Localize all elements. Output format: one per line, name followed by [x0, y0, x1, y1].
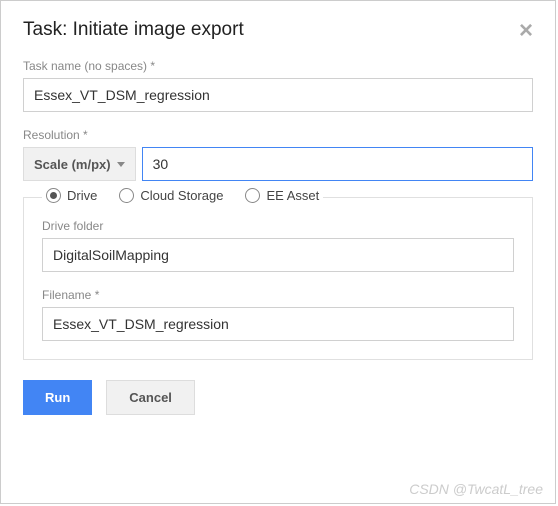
radio-icon: [245, 188, 260, 203]
task-name-input[interactable]: [23, 78, 533, 112]
filename-input[interactable]: [42, 307, 514, 341]
chevron-down-icon: [117, 162, 125, 167]
radio-ee-asset[interactable]: EE Asset: [245, 188, 319, 203]
scale-dropdown[interactable]: Scale (m/px): [23, 147, 136, 181]
dialog-header: Task: Initiate image export ×: [23, 19, 533, 43]
filename-label: Filename *: [42, 288, 514, 302]
button-row: Run Cancel: [23, 380, 533, 415]
drive-folder-input[interactable]: [42, 238, 514, 272]
radio-cloud-storage[interactable]: Cloud Storage: [119, 188, 223, 203]
watermark: CSDN @TwcatL_tree: [409, 481, 543, 497]
run-button[interactable]: Run: [23, 380, 92, 415]
resolution-row: Scale (m/px): [23, 147, 533, 181]
resolution-label: Resolution *: [23, 128, 533, 142]
radio-ee-label: EE Asset: [266, 188, 319, 203]
scale-dropdown-label: Scale (m/px): [34, 157, 111, 172]
filename-group: Filename *: [42, 288, 514, 341]
close-icon[interactable]: ×: [519, 19, 533, 43]
radio-icon: [119, 188, 134, 203]
drive-folder-group: Drive folder: [42, 219, 514, 272]
radio-icon: [46, 188, 61, 203]
resolution-group: Resolution * Scale (m/px): [23, 128, 533, 181]
task-name-group: Task name (no spaces) *: [23, 59, 533, 112]
radio-drive-label: Drive: [67, 188, 97, 203]
export-dialog: Task: Initiate image export × Task name …: [0, 0, 556, 504]
drive-folder-label: Drive folder: [42, 219, 514, 233]
radio-drive[interactable]: Drive: [46, 188, 97, 203]
destination-radio-row: Drive Cloud Storage EE Asset: [42, 188, 323, 203]
task-name-label: Task name (no spaces) *: [23, 59, 533, 73]
dialog-title: Task: Initiate image export: [23, 19, 244, 41]
cancel-button[interactable]: Cancel: [106, 380, 195, 415]
radio-cloud-label: Cloud Storage: [140, 188, 223, 203]
resolution-input[interactable]: [142, 147, 533, 181]
destination-fieldset: Drive Cloud Storage EE Asset Drive folde…: [23, 197, 533, 360]
